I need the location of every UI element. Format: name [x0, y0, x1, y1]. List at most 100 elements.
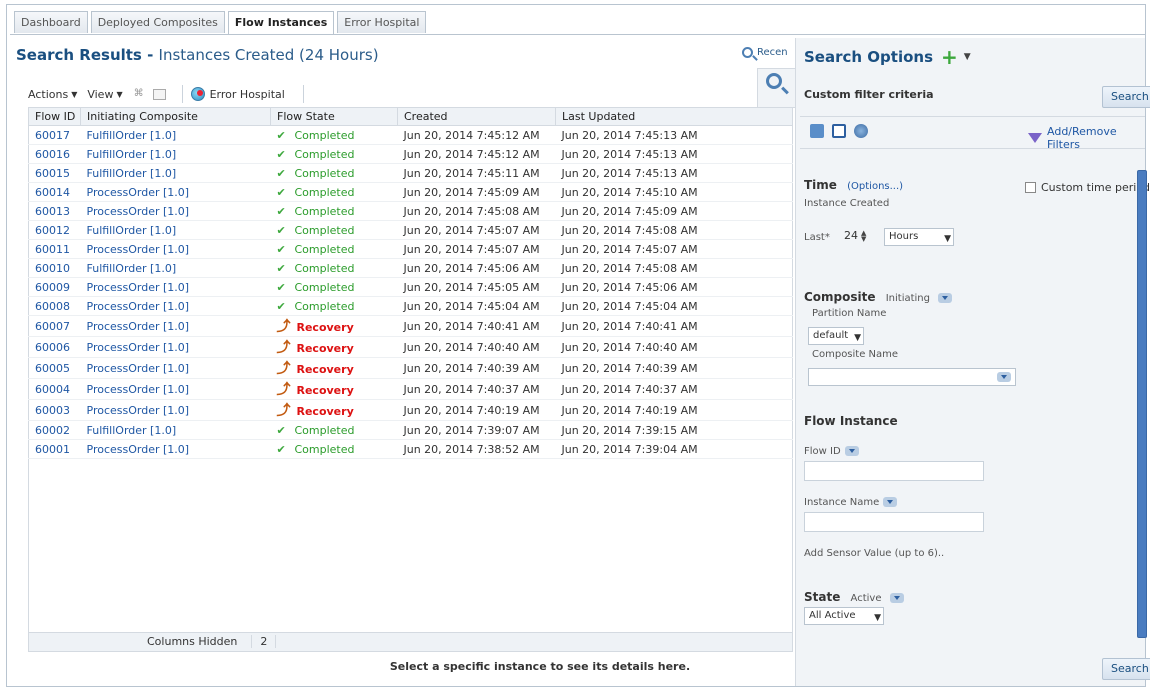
- flow-state-label: Completed: [294, 166, 355, 180]
- column-header-last-updated[interactable]: Last Updated: [555, 107, 793, 126]
- freeze-icon[interactable]: ⌘: [133, 88, 145, 100]
- instance-name-input[interactable]: [804, 512, 984, 532]
- composite-cell[interactable]: ProcessOrder [1.0]: [80, 315, 271, 337]
- add-sensor-value-link[interactable]: Add Sensor Value (up to 6)..: [804, 548, 944, 559]
- spinner-icon[interactable]: ▲ ▼: [861, 230, 866, 243]
- error-hospital-button[interactable]: Error Hospital: [190, 87, 285, 101]
- flow-state-label: Completed: [294, 185, 355, 199]
- table-row[interactable]: 60008 ProcessOrder [1.0] ✔ Completed Jun 20,…: [28, 296, 793, 316]
- column-header-initiating-composite[interactable]: Initiating Composite: [80, 107, 271, 126]
- settings-icon[interactable]: [854, 124, 868, 138]
- flow-id-cell[interactable]: 60005: [28, 357, 81, 379]
- composite-cell[interactable]: ProcessOrder [1.0]: [80, 239, 271, 259]
- time-options-link[interactable]: (Options...): [847, 181, 903, 192]
- flow-id-cell[interactable]: 60002: [28, 420, 81, 440]
- custom-time-period-checkbox[interactable]: Custom time period: [1025, 181, 1150, 194]
- table-row[interactable]: 60012 FulfillOrder [1.0] ✔ Completed Jun 20,…: [28, 220, 793, 240]
- composite-cell[interactable]: ProcessOrder [1.0]: [80, 439, 271, 459]
- composite-cell[interactable]: ProcessOrder [1.0]: [80, 336, 271, 358]
- flow-id-cell[interactable]: 60007: [28, 315, 81, 337]
- composite-cell[interactable]: ProcessOrder [1.0]: [80, 182, 271, 202]
- table-row[interactable]: 60014 ProcessOrder [1.0] ✔ Completed Jun 20,…: [28, 182, 793, 202]
- last-updated-cell: Jun 20, 2014 7:40:39 AM: [555, 357, 793, 379]
- table-row[interactable]: 60006 ProcessOrder [1.0] ⤴ Recovery Jun 20, …: [28, 336, 793, 358]
- composite-cell[interactable]: ProcessOrder [1.0]: [80, 296, 271, 316]
- tab-error-hospital[interactable]: Error Hospital: [337, 11, 427, 33]
- flow-id-cell[interactable]: 60006: [28, 336, 81, 358]
- composite-cell[interactable]: ProcessOrder [1.0]: [80, 399, 271, 421]
- table-row[interactable]: 60002 FulfillOrder [1.0] ✔ Completed Jun 20,…: [28, 420, 793, 440]
- table-row[interactable]: 60016 FulfillOrder [1.0] ✔ Completed Jun 20,…: [28, 144, 793, 164]
- flow-id-operator-dropdown[interactable]: [844, 446, 859, 456]
- table-row[interactable]: 60017 FulfillOrder [1.0] ✔ Completed Jun 20,…: [28, 125, 793, 145]
- composite-options-dropdown[interactable]: [938, 292, 953, 303]
- composite-cell[interactable]: ProcessOrder [1.0]: [80, 378, 271, 400]
- composite-sub: Initiating: [885, 293, 930, 304]
- flow-state-label: Completed: [294, 423, 355, 437]
- flow-id-cell[interactable]: 60010: [28, 258, 81, 278]
- tab-flow-instances[interactable]: Flow Instances: [227, 11, 335, 35]
- last-updated-cell: Jun 20, 2014 7:45:13 AM: [555, 125, 793, 145]
- flow-id-cell[interactable]: 60017: [28, 125, 81, 145]
- actions-menu[interactable]: Actions ▼: [28, 88, 77, 101]
- composite-section-title: Composite Initiating: [804, 290, 953, 304]
- flow-id-cell[interactable]: 60003: [28, 399, 81, 421]
- state-select[interactable]: All Active ▼: [804, 607, 884, 625]
- table-row[interactable]: 60015 FulfillOrder [1.0] ✔ Completed Jun 20,…: [28, 163, 793, 183]
- state-options-dropdown[interactable]: [889, 592, 904, 603]
- detach-icon[interactable]: [152, 88, 166, 100]
- table-row[interactable]: 60004 ProcessOrder [1.0] ⤴ Recovery Jun 20, …: [28, 378, 793, 400]
- last-updated-cell: Jun 20, 2014 7:40:19 AM: [555, 399, 793, 421]
- table-row[interactable]: 60009 ProcessOrder [1.0] ✔ Completed Jun 20,…: [28, 277, 793, 297]
- chevron-down-icon[interactable]: ▼: [964, 52, 971, 62]
- flow-id-cell[interactable]: 60012: [28, 220, 81, 240]
- flow-id-cell[interactable]: 60008: [28, 296, 81, 316]
- flow-id-cell[interactable]: 60014: [28, 182, 81, 202]
- columns-hidden-count[interactable]: 2: [251, 635, 277, 648]
- flow-id-cell[interactable]: 60009: [28, 277, 81, 297]
- flow-id-cell[interactable]: 60015: [28, 163, 81, 183]
- time-unit-select[interactable]: Hours ▼: [884, 228, 954, 246]
- tab-deployed-composites[interactable]: Deployed Composites: [90, 11, 225, 33]
- table-row[interactable]: 60011 ProcessOrder [1.0] ✔ Completed Jun 20,…: [28, 239, 793, 259]
- flow-id-cell[interactable]: 60001: [28, 439, 81, 459]
- composite-name-select[interactable]: [808, 368, 1016, 386]
- table-row[interactable]: 60007 ProcessOrder [1.0] ⤴ Recovery Jun 20, …: [28, 315, 793, 337]
- search-button-bottom[interactable]: Search: [1102, 658, 1150, 680]
- table-row[interactable]: 60013 ProcessOrder [1.0] ✔ Completed Jun 20,…: [28, 201, 793, 221]
- column-header-created[interactable]: Created: [397, 107, 556, 126]
- last-value-stepper[interactable]: 24 ▲ ▼: [844, 229, 866, 243]
- tab-dashboard[interactable]: Dashboard: [14, 11, 88, 33]
- composite-cell[interactable]: ProcessOrder [1.0]: [80, 277, 271, 297]
- table-row[interactable]: 60005 ProcessOrder [1.0] ⤴ Recovery Jun 20, …: [28, 357, 793, 379]
- save-icon[interactable]: [832, 124, 846, 138]
- composite-cell[interactable]: FulfillOrder [1.0]: [80, 420, 271, 440]
- composite-cell[interactable]: FulfillOrder [1.0]: [80, 163, 271, 183]
- composite-cell[interactable]: ProcessOrder [1.0]: [80, 357, 271, 379]
- composite-cell[interactable]: FulfillOrder [1.0]: [80, 144, 271, 164]
- flow-id-cell[interactable]: 60011: [28, 239, 81, 259]
- flow-id-input[interactable]: [804, 461, 984, 481]
- recent-searches-link[interactable]: Recen: [742, 47, 788, 58]
- composite-cell[interactable]: FulfillOrder [1.0]: [80, 125, 271, 145]
- last-updated-cell: Jun 20, 2014 7:40:37 AM: [555, 378, 793, 400]
- column-header-flow-id[interactable]: Flow ID: [28, 107, 81, 126]
- flow-id-cell[interactable]: 60004: [28, 378, 81, 400]
- instance-name-operator-dropdown[interactable]: [883, 497, 898, 507]
- flow-id-cell[interactable]: 60016: [28, 144, 81, 164]
- composite-cell[interactable]: FulfillOrder [1.0]: [80, 220, 271, 240]
- search-button[interactable]: Search: [1102, 86, 1150, 108]
- table-row[interactable]: 60003 ProcessOrder [1.0] ⤴ Recovery Jun 20, …: [28, 399, 793, 421]
- table-row[interactable]: 60001 ProcessOrder [1.0] ✔ Completed Jun 20,…: [28, 439, 793, 459]
- saved-search-icon[interactable]: [810, 124, 824, 138]
- column-header-flow-state[interactable]: Flow State: [270, 107, 398, 126]
- scrollbar-thumb[interactable]: [1137, 170, 1147, 638]
- composite-cell[interactable]: FulfillOrder [1.0]: [80, 258, 271, 278]
- view-menu[interactable]: View ▼: [87, 88, 122, 101]
- partition-select[interactable]: default ▼: [808, 327, 864, 345]
- composite-cell[interactable]: ProcessOrder [1.0]: [80, 201, 271, 221]
- last-updated-cell: Jun 20, 2014 7:45:07 AM: [555, 239, 793, 259]
- add-icon[interactable]: +: [941, 47, 958, 67]
- table-row[interactable]: 60010 FulfillOrder [1.0] ✔ Completed Jun 20,…: [28, 258, 793, 278]
- flow-id-cell[interactable]: 60013: [28, 201, 81, 221]
